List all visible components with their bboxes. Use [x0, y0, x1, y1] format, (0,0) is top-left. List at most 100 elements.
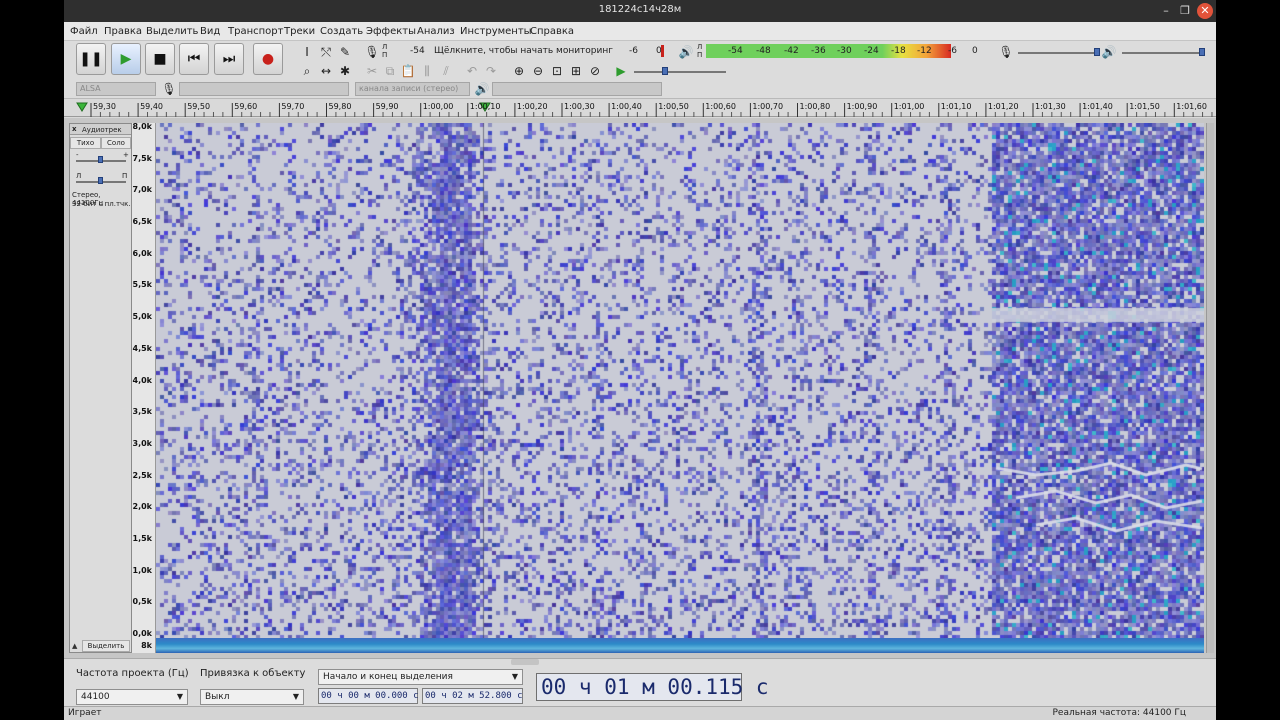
skip-start-button[interactable]: ⏮ [179, 43, 209, 75]
chevron-down-icon: ▼ [511, 672, 518, 681]
select-track-button[interactable]: Выделить [82, 640, 130, 652]
ruler-tick-label: 1:00,70 [752, 102, 784, 111]
fit-selection-icon[interactable]: ⊡ [549, 63, 565, 79]
ruler-tick-label: 59,40 [140, 102, 163, 111]
multi-tool-icon[interactable]: ✱ [337, 63, 353, 79]
play-meter-tick: 0 [972, 46, 978, 56]
audio-position-display[interactable]: 00 ч 01 м 00.115 с [536, 673, 769, 701]
zoom-toggle-icon[interactable]: ⊘ [587, 63, 603, 79]
playback-volume-icon: 🔊 [1101, 45, 1117, 59]
zoom-in-icon[interactable]: ⊕ [511, 63, 527, 79]
menu-help[interactable]: Справка [530, 26, 574, 37]
silence-icon[interactable]: ⫽ [438, 63, 454, 79]
frequency-scale[interactable]: 8,0k 7,5k 7,0k 6,5k 6,0k 5,5k 5,0k 4,5k 4,0k 3,5k… [132, 122, 156, 653]
skip-end-button[interactable]: ⏭ [214, 43, 244, 75]
ruler-tick-label: 1:00,60 [705, 102, 736, 111]
play-device-select[interactable] [492, 82, 662, 96]
play-meter-tick: -48 [756, 46, 771, 56]
close-icon[interactable]: ✕ [1197, 3, 1213, 19]
snap-value: Выкл [205, 692, 230, 702]
pause-button[interactable]: ❚❚ [76, 43, 106, 75]
status-bar: Играет Реальная частота: 44100 Гц [64, 706, 1216, 720]
timeshift-tool-icon[interactable]: ↔ [318, 63, 334, 79]
playback-volume-slider[interactable] [1122, 52, 1204, 54]
selection-start-time[interactable]: 00 ч 00 м 00.000 с [318, 688, 419, 704]
undo-icon[interactable]: ↶ [464, 63, 480, 79]
recording-volume-slider[interactable] [1018, 52, 1098, 54]
ruler-tick-label: 59,50 [187, 102, 211, 111]
snap-select[interactable]: Выкл ▼ [200, 689, 304, 705]
fit-project-icon[interactable]: ⊞ [568, 63, 584, 79]
draw-tool-icon[interactable]: ✎ [337, 44, 353, 60]
menu-view[interactable]: Вид [200, 26, 220, 37]
selection-mode-select[interactable]: Начало и конец выделения ▼ [318, 669, 523, 685]
maximize-icon[interactable]: ❐ [1177, 3, 1193, 19]
play-speed-knob[interactable] [662, 67, 668, 75]
menu-file[interactable]: Файл [70, 26, 98, 37]
second-channel-strip[interactable] [156, 638, 1204, 653]
play-button[interactable]: ▶ [111, 43, 141, 75]
timeline-ruler[interactable]: 59,30 59,40 59,50 59,60 59,70 59,80 59,90 1:00,… [64, 99, 1216, 117]
pan-left-label: Л [76, 172, 82, 180]
minimize-icon[interactable]: – [1158, 3, 1174, 19]
solo-button[interactable]: Соло [101, 137, 131, 149]
freq-label: 8,0k [132, 122, 153, 131]
cut-icon[interactable]: ✂ [364, 63, 380, 79]
menu-edit[interactable]: Правка [104, 26, 142, 37]
trim-icon[interactable]: ⫼ [419, 63, 435, 79]
track-area: x Аудиотрек Тихо Соло - + Л П Стерео, 44… [64, 118, 1216, 658]
rec-channels-select[interactable]: канала записи (стерео) [355, 82, 470, 96]
track-close-button[interactable]: x [72, 125, 77, 133]
copy-icon[interactable]: ⧉ [382, 63, 398, 79]
menu-tracks[interactable]: Треки [284, 26, 315, 37]
mute-button[interactable]: Тихо [70, 137, 101, 149]
freq-label: 4,0k [132, 375, 153, 385]
project-rate-select[interactable]: 44100 ▼ [76, 689, 188, 705]
track-name-menu[interactable]: Аудиотрек [82, 126, 122, 134]
freq-label: 3,5k [132, 407, 153, 417]
ruler-tick-label: 1:01,00 [893, 102, 925, 111]
selection-end-time[interactable]: 00 ч 02 м 52.800 с [422, 688, 523, 704]
rec-device-select[interactable] [179, 82, 349, 96]
gain-minus-label: - [76, 151, 79, 159]
playback-volume-knob[interactable] [1199, 48, 1205, 56]
play-device-speaker-icon: 🔊 [474, 82, 490, 96]
project-rate-value: 44100 [81, 692, 110, 702]
rec-meter-prompt[interactable]: Щёлкните, чтобы начать мониторинг [434, 46, 613, 56]
host-select[interactable]: ALSA [76, 82, 156, 96]
track-info-format: 32-бит с пл.тчк. [72, 200, 131, 208]
zoom-out-icon[interactable]: ⊖ [530, 63, 546, 79]
ruler-tick-label: 59,70 [281, 102, 305, 111]
ruler-tick-label: 1:00,80 [799, 102, 831, 111]
paste-icon[interactable]: 📋 [400, 63, 416, 79]
menu-tools[interactable]: Инструменты [460, 26, 532, 37]
zoom-tool-icon[interactable]: ⌕ [299, 63, 315, 79]
freq-label: 6,5k [132, 217, 153, 227]
stop-button[interactable]: ■ [145, 43, 175, 75]
redo-icon[interactable]: ↷ [483, 63, 499, 79]
play-meter-tick: -42 [784, 46, 799, 56]
pan-knob[interactable] [98, 177, 103, 184]
play-speed-slider[interactable] [634, 71, 726, 73]
play-meter-tick: -36 [811, 46, 826, 56]
envelope-tool-icon[interactable]: ⤲ [318, 44, 334, 60]
spectrogram[interactable] [156, 123, 1204, 638]
audacity-window: 181224с14ч28м – ❐ ✕ Файл Правка Выделить… [64, 0, 1216, 720]
selection-tool-icon[interactable]: I [299, 44, 315, 60]
freq-label: 5,5k [132, 280, 153, 290]
speaker-icon[interactable]: 🔊 [678, 44, 694, 60]
play-at-speed-icon[interactable]: ▶ [613, 63, 629, 79]
menu-analyze[interactable]: Анализ [417, 26, 455, 37]
menu-generate[interactable]: Создать [320, 26, 363, 37]
menu-effects[interactable]: Эффекты [366, 26, 416, 37]
microphone-icon[interactable]: 🎙 [364, 44, 380, 60]
menu-select[interactable]: Выделить [146, 26, 198, 37]
recording-volume-knob[interactable] [1094, 48, 1100, 56]
record-button[interactable]: ● [253, 43, 283, 75]
project-rate-label: Частота проекта (Гц) [76, 668, 189, 679]
resize-grip[interactable] [511, 659, 539, 665]
collapse-icon[interactable]: ▲ [72, 642, 77, 650]
gain-knob[interactable] [98, 156, 103, 163]
menu-transport[interactable]: Транспорт [228, 26, 283, 37]
vertical-scrollbar[interactable] [1206, 123, 1214, 653]
